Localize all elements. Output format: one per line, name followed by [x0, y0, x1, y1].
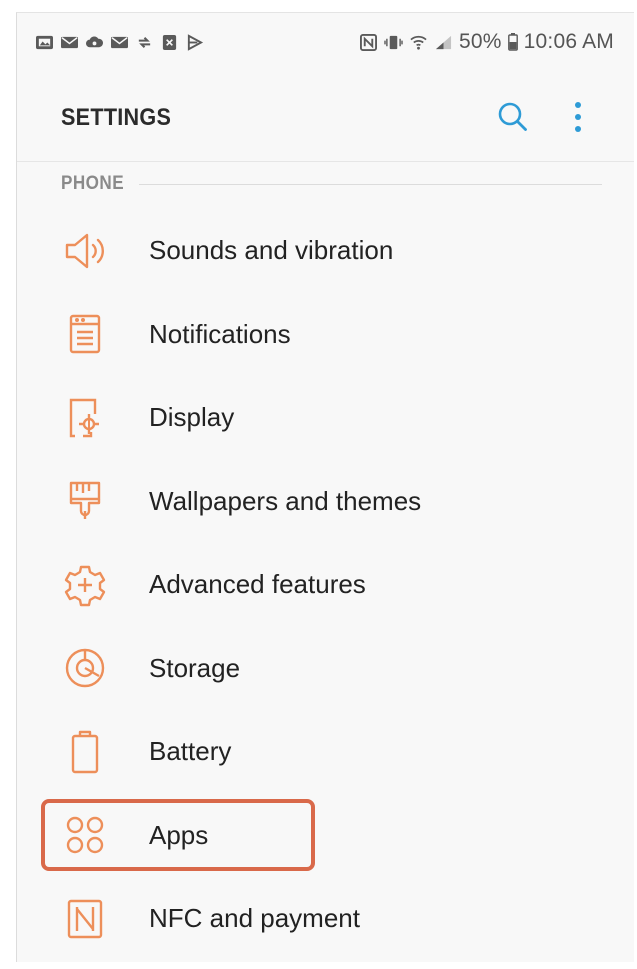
settings-item-notifications[interactable]: Notifications	[17, 293, 634, 377]
settings-item-label: Sounds and vibration	[149, 235, 394, 266]
gear-plus-icon	[64, 565, 106, 606]
settings-item-label: Storage	[149, 652, 241, 683]
notifications-icon	[69, 315, 101, 354]
display-icon	[69, 398, 99, 437]
status-bar: 50% 10:06 AM	[17, 13, 634, 71]
notification-icons	[35, 33, 204, 51]
cloud-icon	[86, 35, 104, 47]
settings-item-storage[interactable]: Storage	[17, 627, 634, 711]
settings-screen: 50% 10:06 AM SETTINGS PHONE Sounds and v…	[16, 12, 634, 962]
search-icon[interactable]	[495, 99, 531, 135]
settings-item-label: Battery	[149, 736, 232, 767]
settings-item-advanced[interactable]: Advanced features	[17, 543, 634, 627]
settings-item-label: NFC and payment	[149, 903, 360, 934]
more-vertical-icon[interactable]	[565, 99, 591, 135]
section-header-phone: PHONE	[61, 173, 602, 195]
settings-item-label: Display	[149, 402, 235, 433]
speaker-icon	[65, 233, 104, 268]
mail-icon	[61, 36, 78, 48]
battery-percent: 50%	[459, 30, 502, 53]
settings-item-nfc[interactable]: NFC and payment	[17, 877, 634, 961]
nfc-payment-icon	[67, 899, 103, 938]
battery-icon	[507, 33, 518, 51]
section-divider	[139, 183, 602, 185]
section-label: PHONE	[61, 173, 125, 194]
gallery-icon	[36, 35, 53, 49]
sync-icon	[138, 36, 151, 48]
clock: 10:06 AM	[523, 30, 614, 53]
settings-item-sounds[interactable]: Sounds and vibration	[17, 209, 634, 293]
page-title: SETTINGS	[61, 104, 172, 131]
storage-icon	[65, 649, 105, 688]
battery-icon	[71, 730, 99, 773]
wifi-icon	[410, 35, 427, 50]
app-bar: SETTINGS	[17, 71, 634, 162]
signal-icon	[435, 35, 452, 49]
clipboard-icon	[162, 34, 177, 50]
settings-item-wallpapers[interactable]: Wallpapers and themes	[17, 460, 634, 544]
play-store-icon	[187, 33, 204, 51]
settings-item-battery[interactable]: Battery	[17, 710, 634, 794]
settings-item-label: Apps	[149, 819, 209, 850]
settings-item-apps[interactable]: Apps	[17, 794, 634, 878]
settings-item-label: Advanced features	[149, 569, 366, 600]
mail-icon	[111, 36, 128, 48]
apps-icon	[66, 817, 104, 854]
paintbrush-icon	[69, 482, 101, 520]
settings-item-label: Wallpapers and themes	[149, 485, 422, 516]
settings-item-display[interactable]: Display	[17, 376, 634, 460]
system-status: 50% 10:06 AM	[359, 30, 614, 54]
nfc-icon	[360, 33, 378, 51]
settings-list: Sounds and vibration Notifications Displ…	[17, 209, 634, 961]
vibrate-icon	[384, 35, 403, 49]
settings-item-label: Notifications	[149, 318, 291, 349]
